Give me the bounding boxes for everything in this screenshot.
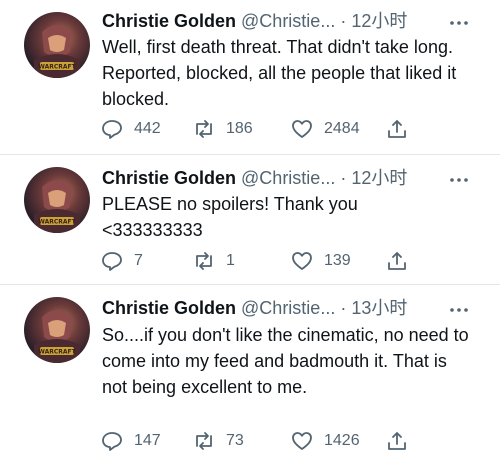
timestamp[interactable]: 12小时 [351,11,407,31]
author-name[interactable]: Christie Golden [102,298,236,318]
like-count: 1426 [324,432,360,449]
like-button[interactable]: 1426 [290,429,360,453]
retweet-button[interactable]: 73 [192,429,244,453]
retweet-button[interactable]: 1 [192,249,235,273]
avatar[interactable]: WARCRAFT [24,12,90,78]
like-icon [292,120,312,138]
retweet-icon [196,432,212,450]
more-icon[interactable] [448,12,470,34]
share-button[interactable] [385,429,409,453]
reply-icon [102,432,122,451]
share-icon [388,252,406,270]
like-count: 139 [324,252,351,269]
retweet-count: 186 [226,120,253,137]
like-icon [292,432,312,450]
timestamp[interactable]: 13小时 [351,298,407,318]
tweet-header: Christie Golden @Christie... · 13小时 [102,297,407,319]
reply-button[interactable]: 442 [100,117,161,141]
svg-text:WARCRAFT: WARCRAFT [38,219,76,226]
reply-count: 442 [134,120,161,137]
tweet-text: PLEASE no spoilers! Thank you <333333333 [102,194,358,240]
retweet-icon [196,252,212,270]
retweet-count: 73 [226,432,244,449]
more-icon[interactable] [448,169,470,191]
tweet[interactable]: WARCRAFT Christie Golden @Christie... · … [0,155,500,285]
retweet-icon [196,120,212,138]
retweet-button[interactable]: 186 [192,117,253,141]
author-handle[interactable]: @Christie... [241,298,335,318]
like-count: 2484 [324,120,360,137]
tweet-actions: 442 186 2484 [100,117,430,141]
timestamp[interactable]: 12小时 [351,168,407,188]
author-handle[interactable]: @Christie... [241,168,335,188]
share-button[interactable] [385,117,409,141]
avatar[interactable]: WARCRAFT [24,297,90,363]
separator: · [340,298,347,318]
reply-button[interactable]: 147 [100,429,161,453]
like-icon [292,252,312,270]
like-button[interactable]: 2484 [290,117,360,141]
tweet-actions: 147 73 1426 [100,429,430,453]
tweet-header: Christie Golden @Christie... · 12小时 [102,10,407,32]
reply-count: 147 [134,432,161,449]
author-name[interactable]: Christie Golden [102,11,236,31]
tweet[interactable]: WARCRAFT Christie Golden @Christie... · … [0,285,500,462]
author-handle[interactable]: @Christie... [241,11,335,31]
share-button[interactable] [385,249,409,273]
tweet-header: Christie Golden @Christie... · 12小时 [102,167,407,189]
reply-button[interactable]: 7 [100,249,143,273]
tweet[interactable]: WARCRAFT Christie Golden @Christie... · … [0,0,500,155]
svg-text:WARCRAFT: WARCRAFT [38,64,76,71]
author-name[interactable]: Christie Golden [102,168,236,188]
reply-icon [102,252,122,271]
svg-text:WARCRAFT: WARCRAFT [38,349,76,356]
like-button[interactable]: 139 [290,249,351,273]
share-icon [388,120,406,138]
reply-count: 7 [134,252,143,269]
retweet-count: 1 [226,252,235,269]
tweet-text: So....if you don't like the cinematic, n… [102,325,469,397]
separator: · [340,168,347,188]
more-icon[interactable] [448,299,470,321]
tweet-actions: 7 1 139 [100,249,430,273]
reply-icon [102,120,122,139]
tweet-text: Well, first death threat. That didn't ta… [102,37,457,109]
separator: · [340,11,347,31]
share-icon [388,432,406,450]
avatar[interactable]: WARCRAFT [24,167,90,233]
